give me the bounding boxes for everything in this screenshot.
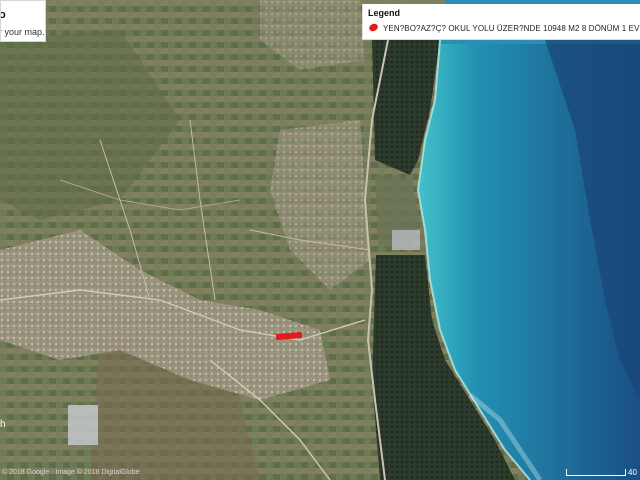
scale-bar-label: 40 [628, 468, 637, 477]
legend-marker-icon [367, 22, 380, 33]
scale-bar: 40 [566, 468, 640, 478]
legend-item-label[interactable]: YEN?BO?AZ?Ç? OKUL YOLU ÜZER?NDE 10948 M2… [383, 24, 640, 33]
map-info-panel[interactable]: o r your map. [0, 0, 46, 42]
industrial-area [68, 405, 98, 445]
industrial-area [392, 230, 420, 250]
satellite-map[interactable] [0, 0, 640, 480]
map-info-title: o [1, 9, 6, 21]
map-attribution: © 2018 Google · Image © 2018 DigitalGlob… [2, 469, 140, 476]
map-info-subtitle: r your map. [0, 27, 45, 37]
side-label: h [0, 419, 6, 430]
scale-bar-line [566, 469, 626, 476]
legend-title: Legend [368, 8, 401, 18]
legend-panel[interactable]: Legend YEN?BO?AZ?Ç? OKUL YOLU ÜZER?NDE 1… [362, 4, 640, 40]
